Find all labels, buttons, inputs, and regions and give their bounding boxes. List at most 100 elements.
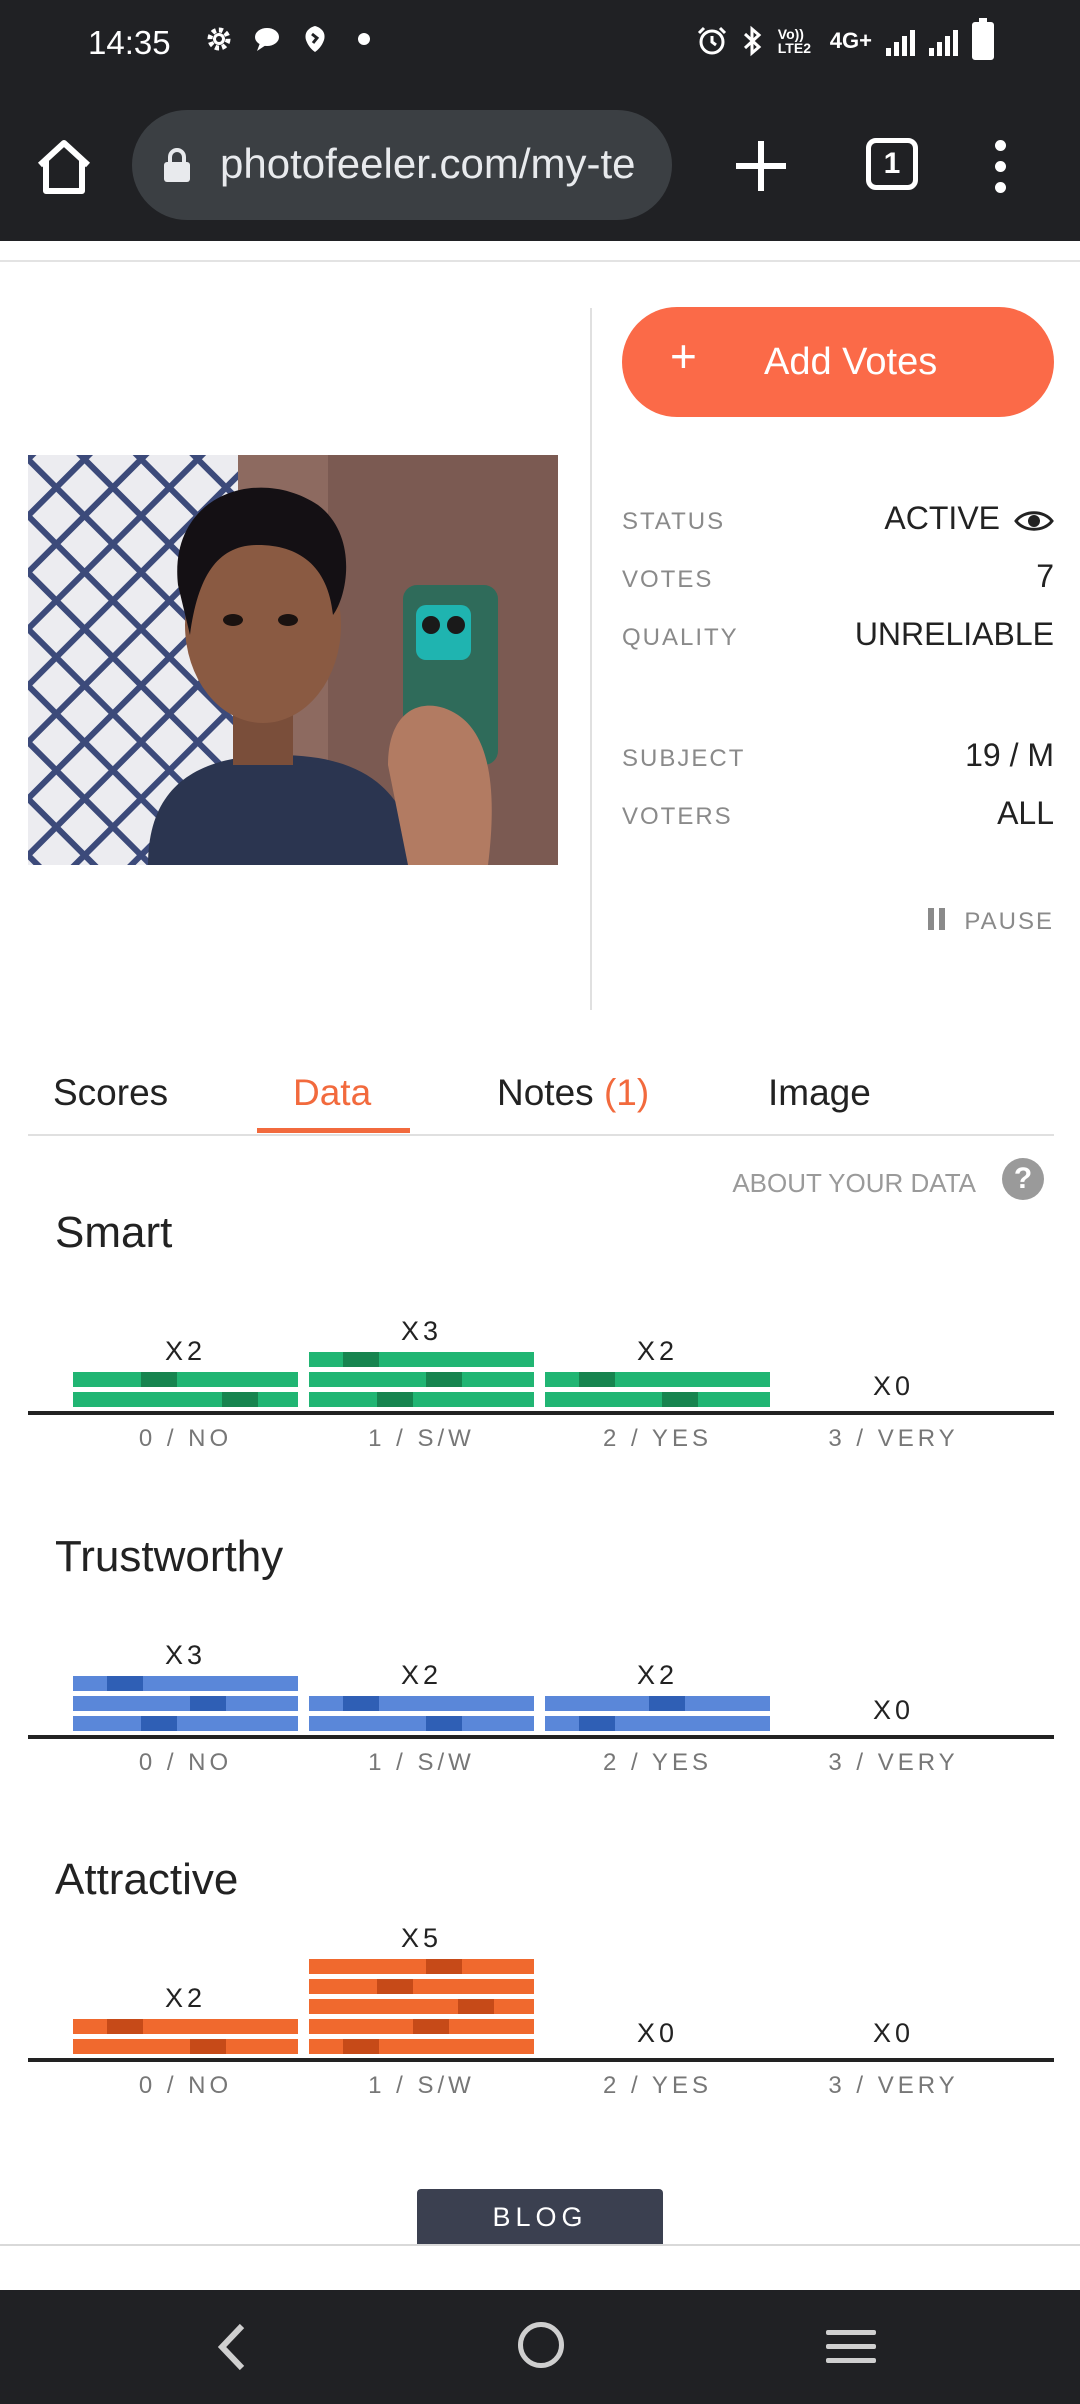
plus-icon: + bbox=[670, 330, 697, 382]
count-label: X5 bbox=[400, 1923, 443, 1953]
profile-photo[interactable] bbox=[28, 455, 558, 865]
eye-icon[interactable] bbox=[1014, 508, 1054, 534]
status-value: ACTIVE bbox=[884, 500, 1000, 536]
signal-icon bbox=[886, 26, 915, 56]
count-label: X2 bbox=[636, 1336, 679, 1366]
category-label: 3 / VERY bbox=[828, 1425, 959, 1452]
tab-notes[interactable]: Notes (1) bbox=[497, 1072, 649, 1114]
voters-row: VOTERS ALL bbox=[622, 795, 1054, 835]
chat-bubble-icon bbox=[255, 28, 279, 51]
nav-bar bbox=[0, 2290, 1080, 2404]
votes-value: 7 bbox=[1036, 558, 1054, 594]
home-circle-icon[interactable] bbox=[518, 2322, 564, 2368]
vote-bar bbox=[309, 1979, 534, 1994]
count-label: X2 bbox=[164, 1983, 207, 2013]
quality-key: QUALITY bbox=[622, 624, 739, 651]
vote-bar bbox=[73, 1392, 298, 1407]
subject-value: 19 / M bbox=[965, 737, 1054, 773]
shield-icon bbox=[305, 26, 325, 52]
bluetooth-icon bbox=[743, 25, 762, 57]
count-label: X0 bbox=[872, 1371, 915, 1401]
count-label: X2 bbox=[164, 1336, 207, 1366]
home-icon[interactable] bbox=[32, 135, 96, 199]
votes-key: VOTES bbox=[622, 566, 714, 593]
quality-value: UNRELIABLE bbox=[854, 616, 1054, 652]
vote-bar bbox=[545, 1372, 770, 1387]
vote-bar bbox=[309, 1372, 534, 1387]
count-label: X0 bbox=[636, 2018, 679, 2048]
count-label: X0 bbox=[872, 1695, 915, 1725]
status-time: 14:35 bbox=[88, 24, 171, 61]
system-icons: Vo)) LTE2 4G+ bbox=[696, 18, 994, 60]
category-label: 2 / YES bbox=[603, 2072, 712, 2099]
vote-bar bbox=[309, 1959, 534, 1974]
vote-bar bbox=[545, 1392, 770, 1407]
help-icon[interactable]: ? bbox=[1002, 1158, 1044, 1200]
add-votes-button[interactable]: + Add Votes bbox=[622, 307, 1054, 417]
count-label: X0 bbox=[872, 2018, 915, 2048]
chart-title: Attractive bbox=[55, 1855, 239, 1904]
recent-apps-icon[interactable] bbox=[826, 2330, 876, 2364]
tab-bar: Scores Data Notes (1) Image bbox=[28, 1060, 1054, 1136]
pause-button[interactable]: PAUSE bbox=[928, 908, 1054, 937]
count-label: X3 bbox=[400, 1316, 443, 1346]
gear-icon bbox=[207, 27, 231, 51]
volte-label: Vo)) LTE2 bbox=[777, 26, 811, 56]
tab-data[interactable]: Data bbox=[293, 1072, 371, 1114]
page: { "status_bar": { "time": "14:35", "netw… bbox=[0, 0, 1080, 2404]
back-icon[interactable] bbox=[208, 2322, 256, 2372]
dot-icon bbox=[358, 33, 370, 45]
blog-button[interactable]: BLOG bbox=[417, 2189, 663, 2245]
vote-bar bbox=[73, 2019, 298, 2034]
chart-baseline bbox=[28, 1411, 1054, 1415]
pause-icon bbox=[928, 908, 950, 937]
category-label: 2 / YES bbox=[603, 1749, 712, 1776]
plus-icon[interactable] bbox=[730, 135, 792, 197]
vote-bar bbox=[73, 1696, 298, 1711]
category-label: 1 / S/W bbox=[368, 2072, 475, 2099]
tab-label: Scores bbox=[53, 1072, 169, 1113]
vote-bar bbox=[73, 2039, 298, 2054]
add-votes-label: Add Votes bbox=[764, 341, 938, 383]
category-label: 2 / YES bbox=[603, 1425, 712, 1452]
count-label: X2 bbox=[400, 1660, 443, 1690]
divider bbox=[0, 260, 1080, 262]
alarm-icon bbox=[697, 26, 726, 55]
category-label: 0 / NO bbox=[138, 2072, 233, 2099]
notes-count: (1) bbox=[603, 1072, 650, 1113]
chart-baseline bbox=[28, 1735, 1054, 1739]
chart-baseline bbox=[28, 2058, 1054, 2062]
vote-bar bbox=[309, 1716, 534, 1731]
about-data-link[interactable]: ABOUT YOUR DATA bbox=[732, 1168, 976, 1199]
category-label: 1 / S/W bbox=[368, 1749, 475, 1776]
chart-title: Smart bbox=[55, 1208, 173, 1257]
more-vert-icon[interactable] bbox=[990, 140, 1010, 196]
status-value-wrap: ACTIVE bbox=[884, 500, 1054, 537]
voters-key: VOTERS bbox=[622, 803, 733, 830]
category-label: 0 / NO bbox=[138, 1749, 233, 1776]
tab-label: Notes bbox=[497, 1072, 604, 1113]
lock-icon bbox=[164, 148, 190, 182]
vote-bar bbox=[309, 1999, 534, 2014]
tabs-icon[interactable]: 1 bbox=[866, 138, 918, 190]
vote-bar bbox=[73, 1676, 298, 1691]
status-key: STATUS bbox=[622, 508, 726, 535]
tab-scores[interactable]: Scores bbox=[53, 1072, 168, 1114]
quality-row: QUALITY UNRELIABLE bbox=[622, 616, 1054, 656]
active-tab-indicator bbox=[257, 1128, 410, 1133]
pause-label: PAUSE bbox=[964, 908, 1054, 935]
notification-icons bbox=[204, 24, 370, 54]
vote-bar bbox=[73, 1372, 298, 1387]
tab-image[interactable]: Image bbox=[768, 1072, 871, 1114]
vote-bar bbox=[309, 2039, 534, 2054]
signal-icon bbox=[929, 26, 958, 56]
tab-label: Data bbox=[293, 1072, 372, 1113]
votes-row: VOTES 7 bbox=[622, 558, 1054, 598]
url-bar[interactable]: photofeeler.com/my-te bbox=[132, 110, 672, 220]
category-label: 3 / VERY bbox=[828, 1749, 959, 1776]
count-label: X2 bbox=[636, 1660, 679, 1690]
vote-bar bbox=[309, 1392, 534, 1407]
battery-icon bbox=[972, 18, 994, 60]
count-label: X3 bbox=[164, 1640, 207, 1670]
category-label: 1 / S/W bbox=[368, 1425, 475, 1452]
